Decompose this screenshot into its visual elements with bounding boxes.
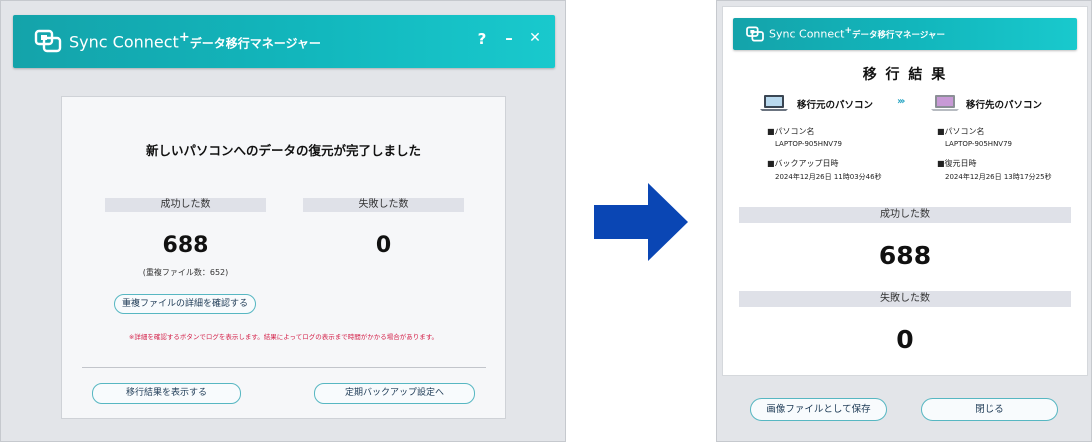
target-date-label: ■復元日時 [937,159,977,168]
close-button[interactable]: ✕ [526,30,544,46]
source-date-label: ■バックアップ日時 [767,159,839,168]
source-pc-heading: 移行元のパソコン [797,100,874,111]
minimize-button[interactable]: – [500,29,518,47]
save-image-button[interactable]: 画像ファイルとして保存 [750,398,887,421]
duplicate-count-note: (重複ファイル数：652) [142,268,229,277]
transition-arrow-icon [594,183,688,261]
backup-settings-button[interactable]: 定期バックアップ設定へ [314,383,475,404]
app-brand-sup: + [178,30,190,45]
target-date: 2024年12月26日 13時17分25秒 [945,173,1052,181]
right-app-brand: Sync Connect [769,27,845,41]
source-pc-name: LAPTOP-905HNV79 [775,140,843,148]
panel-divider [82,367,486,368]
right-fail-label: 失敗した数 [739,291,1071,307]
result-sheet [722,6,1088,376]
app-brand: Sync Connect [69,32,179,52]
target-pc-name-label: ■パソコン名 [937,127,985,136]
left-title-bar: Sync Connect+データ移行マネージャー ? – ✕ [13,15,555,68]
right-title-bar: Sync Connect+データ移行マネージャー [733,18,1077,50]
source-pc-name-label: ■パソコン名 [767,127,815,136]
right-success-label: 成功した数 [739,207,1071,223]
target-pc-name: LAPTOP-905HNV79 [945,140,1013,148]
completion-heading: 新しいパソコンへのデータの復元が完了しました [145,143,421,158]
help-button[interactable]: ? [473,30,491,48]
sync-connect-logo-icon [34,29,62,53]
fail-count: 0 [375,233,392,258]
left-result-panel: 新しいパソコンへのデータの復元が完了しました 成功した数 失敗した数 688 0… [61,96,506,419]
app-title: Sync Connect+データ移行マネージャー [69,30,321,51]
success-label: 成功した数 [105,198,266,212]
right-window: Sync Connect+データ移行マネージャー 移 行 結 果 移行元のパソコ… [716,0,1092,442]
close-result-button[interactable]: 閉じる [921,398,1058,421]
right-app-title: Sync Connect+データ移行マネージャー [769,26,945,41]
source-date: 2024年12月26日 11時03分46秒 [775,173,882,181]
left-window: Sync Connect+データ移行マネージャー ? – ✕ 新しいパソコンへの… [0,0,566,442]
success-count: 688 [162,233,209,258]
sync-connect-logo-icon-small [746,26,764,42]
app-subtitle: データ移行マネージャー [189,36,321,51]
show-result-button[interactable]: 移行結果を表示する [92,383,241,404]
target-pc-heading: 移行先のパソコン [966,100,1043,111]
fail-label: 失敗した数 [303,198,464,212]
right-success-count: 688 [878,241,932,270]
log-warning-text: ※詳細を確認するボタンでログを表示します。結果によってログの表示まで時間がかかる… [128,333,439,341]
result-title: 移 行 結 果 [862,67,948,83]
chevrons-icon: ››› [897,96,906,107]
right-app-brand-sup: + [844,26,853,36]
target-laptop-icon [931,95,959,111]
source-laptop-icon [760,95,788,111]
right-fail-count: 0 [896,325,914,354]
right-app-subtitle: データ移行マネージャー [852,30,945,41]
duplicate-details-button[interactable]: 重複ファイルの詳細を確認する [114,294,256,314]
